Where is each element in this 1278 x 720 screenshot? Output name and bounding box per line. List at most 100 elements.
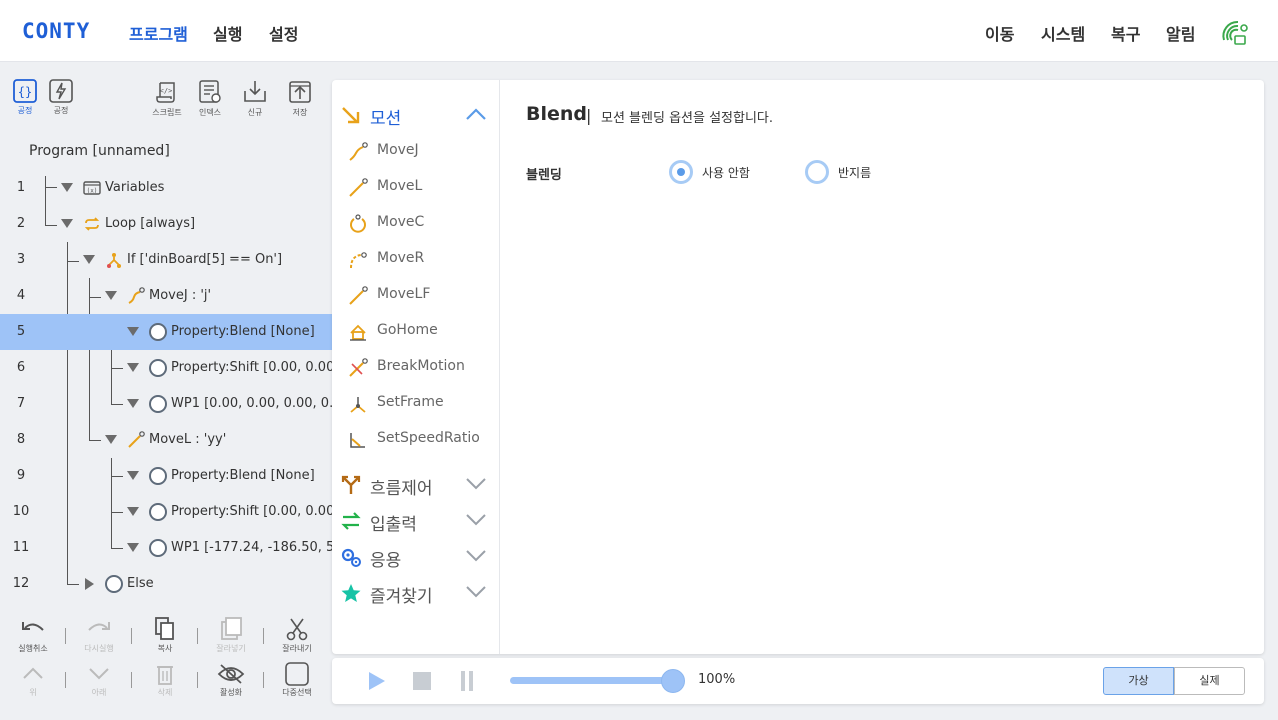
new-button[interactable]: 신규	[235, 79, 275, 123]
move-down-label: 아래	[91, 688, 107, 697]
tree-row-selected[interactable]: 5 Property:Blend [None]	[0, 314, 332, 350]
nav-move[interactable]: 이동	[985, 21, 1014, 45]
real-mode-button[interactable]: 실제	[1174, 667, 1245, 695]
category-label: 모션	[370, 109, 402, 129]
script-icon: </>	[156, 82, 175, 103]
move-up-button[interactable]: 위	[6, 662, 60, 698]
blend-radius-radio[interactable]	[805, 160, 829, 184]
collapse-toggle[interactable]	[83, 255, 95, 264]
divider	[197, 672, 198, 688]
if-branch-icon	[107, 253, 121, 268]
mode-button-2[interactable]: 공정	[41, 79, 81, 123]
tree-row[interactable]: 10 Property:Shift [0.00, 0.00,	[0, 494, 332, 530]
nav-program[interactable]: 프로그램	[129, 21, 188, 45]
collapse-toggle[interactable]	[61, 183, 73, 192]
category-label: 응용	[370, 551, 402, 571]
tree-row[interactable]: 4 MoveJ : 'j'	[0, 278, 332, 314]
undo-icon	[22, 622, 44, 631]
chevron-down-icon[interactable]	[464, 584, 488, 600]
save-button[interactable]: 저장	[280, 79, 320, 123]
line-number: 4	[16, 288, 26, 303]
tree-row[interactable]: 12 Else	[0, 566, 332, 602]
nav-settings[interactable]: 설정	[269, 21, 298, 45]
toggle-active-button[interactable]: 활성화	[204, 662, 258, 698]
cut-label: 잘라내기	[282, 644, 312, 653]
copy-button[interactable]: 복사	[138, 616, 192, 654]
line-number: 11	[12, 540, 30, 555]
virtual-mode-button[interactable]: 가상	[1103, 667, 1174, 695]
tree-row[interactable]: 11 WP1 [-177.24, -186.50, 5	[0, 530, 332, 566]
collapse-toggle[interactable]	[105, 291, 117, 300]
tree-row[interactable]: 3 If ['dinBoard[5] == On']	[0, 242, 332, 278]
chevron-up-icon[interactable]	[464, 106, 488, 122]
loop-icon	[84, 217, 100, 231]
category-io[interactable]: 입출력	[340, 506, 500, 536]
palette-item-mover[interactable]: MoveR	[348, 244, 498, 274]
star-icon	[341, 584, 361, 602]
tree-row[interactable]: 2 Loop [always]	[0, 206, 332, 242]
collapse-toggle[interactable]	[127, 507, 139, 516]
palette-item-movec[interactable]: MoveC	[348, 208, 498, 238]
redo-button[interactable]: 다시실행	[72, 618, 126, 654]
palette-item-label: MoveLF	[377, 286, 431, 302]
chevron-down-icon[interactable]	[464, 476, 488, 492]
tree-row[interactable]: 7 WP1 [0.00, 0.00, 0.00, 0.0	[0, 386, 332, 422]
palette-item-movel[interactable]: MoveL	[348, 172, 498, 202]
code-braces-icon: {}	[13, 79, 37, 103]
pause-icon[interactable]	[458, 670, 476, 692]
cut-button[interactable]: 잘라내기	[270, 616, 324, 654]
waypoint-node-icon	[149, 539, 167, 557]
collapse-toggle[interactable]	[127, 399, 139, 408]
delete-button[interactable]: 삭제	[138, 662, 192, 698]
blend-label: 블렌딩	[526, 168, 562, 183]
stop-icon[interactable]	[412, 671, 432, 691]
speed-slider-track[interactable]	[510, 677, 674, 684]
nav-run[interactable]: 실행	[213, 21, 242, 45]
collapse-toggle[interactable]	[127, 543, 139, 552]
move-down-button[interactable]: 아래	[72, 662, 126, 698]
speed-slider-thumb[interactable]	[661, 669, 685, 693]
tree-row[interactable]: 6 Property:Shift [0.00, 0.00,	[0, 350, 332, 386]
collapse-toggle[interactable]	[105, 435, 117, 444]
tree-row[interactable]: 8 MoveL : 'yy'	[0, 422, 332, 458]
blend-none-radio[interactable]	[669, 160, 693, 184]
category-flow-control[interactable]: 흐름제어	[340, 470, 500, 500]
category-application[interactable]: 응용	[340, 542, 500, 572]
property-node-icon	[149, 323, 167, 341]
chevron-down-icon[interactable]	[464, 512, 488, 528]
collapse-toggle[interactable]	[61, 219, 73, 228]
script-button[interactable]: </> 스크립트	[147, 79, 187, 123]
category-motion[interactable]: 모션	[340, 100, 500, 130]
row-text: Else	[127, 576, 154, 591]
tree-row[interactable]: 1 (x) Variables	[0, 170, 332, 206]
robot-connection-icon[interactable]	[1218, 14, 1252, 48]
nav-system[interactable]: 시스템	[1041, 21, 1085, 45]
chevron-down-icon[interactable]	[464, 548, 488, 564]
paste-button[interactable]: 잘라넣기	[204, 616, 258, 654]
palette-item-movej[interactable]: MoveJ	[348, 136, 498, 166]
palette-item-setspeedratio[interactable]: SetSpeedRatio	[348, 424, 498, 454]
play-icon[interactable]	[366, 670, 388, 692]
palette-item-movelf[interactable]: MoveLF	[348, 280, 498, 310]
collapse-toggle[interactable]	[127, 327, 139, 336]
multi-select-button[interactable]: 다중선택	[270, 662, 324, 698]
index-label: 인덱스	[198, 108, 222, 117]
flash-icon	[49, 79, 73, 103]
category-favorites[interactable]: 즐겨찾기	[340, 578, 500, 608]
palette-item-gohome[interactable]: GoHome	[348, 316, 498, 346]
undo-button[interactable]: 실행취소	[6, 618, 60, 654]
delete-label: 삭제	[157, 688, 173, 697]
scissors-icon	[286, 618, 308, 641]
palette-item-breakmotion[interactable]: BreakMotion	[348, 352, 498, 382]
paste-label: 잘라넣기	[216, 644, 246, 653]
palette-item-setframe[interactable]: SetFrame	[348, 388, 498, 418]
mode-button-1[interactable]: {} 공정	[5, 79, 45, 123]
index-button[interactable]: 인덱스	[190, 79, 230, 123]
expand-toggle[interactable]	[85, 578, 94, 590]
tree-row[interactable]: 9 Property:Blend [None]	[0, 458, 332, 494]
collapse-toggle[interactable]	[127, 363, 139, 372]
nav-recovery[interactable]: 복구	[1111, 21, 1140, 45]
category-label: 입출력	[370, 515, 417, 535]
nav-alarm[interactable]: 알림	[1166, 21, 1195, 45]
collapse-toggle[interactable]	[127, 471, 139, 480]
